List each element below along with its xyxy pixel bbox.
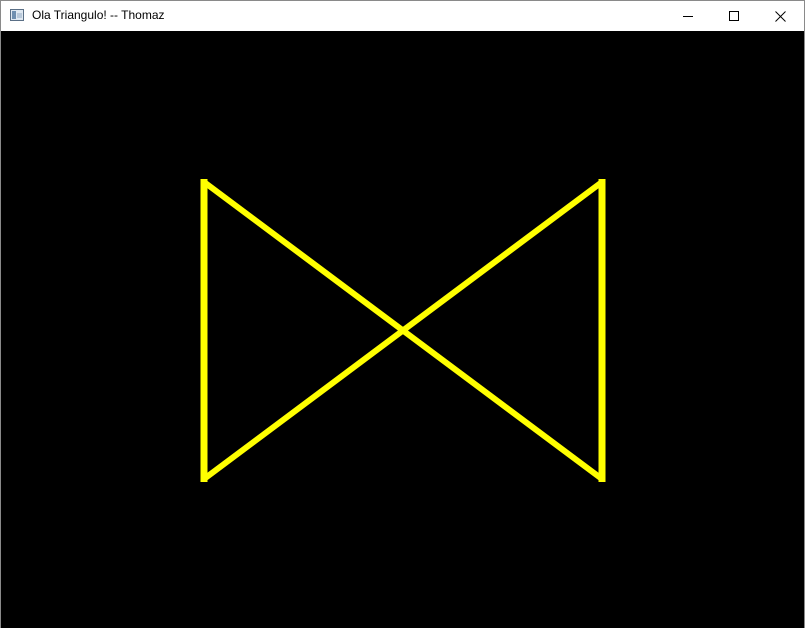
title-bar[interactable]: Ola Triangulo! -- Thomaz [1, 1, 804, 31]
close-icon [774, 10, 786, 22]
maximize-icon [729, 11, 739, 21]
maximize-button[interactable] [711, 1, 757, 31]
minimize-icon [683, 16, 693, 17]
minimize-button[interactable] [665, 1, 711, 31]
close-button[interactable] [757, 1, 803, 31]
render-canvas[interactable] [1, 31, 804, 628]
app-window-icon[interactable] [10, 9, 24, 21]
window-title: Ola Triangulo! -- Thomaz [32, 8, 165, 22]
bowtie-drawing [200, 179, 606, 482]
app-window: Ola Triangulo! -- Thomaz [0, 0, 805, 628]
